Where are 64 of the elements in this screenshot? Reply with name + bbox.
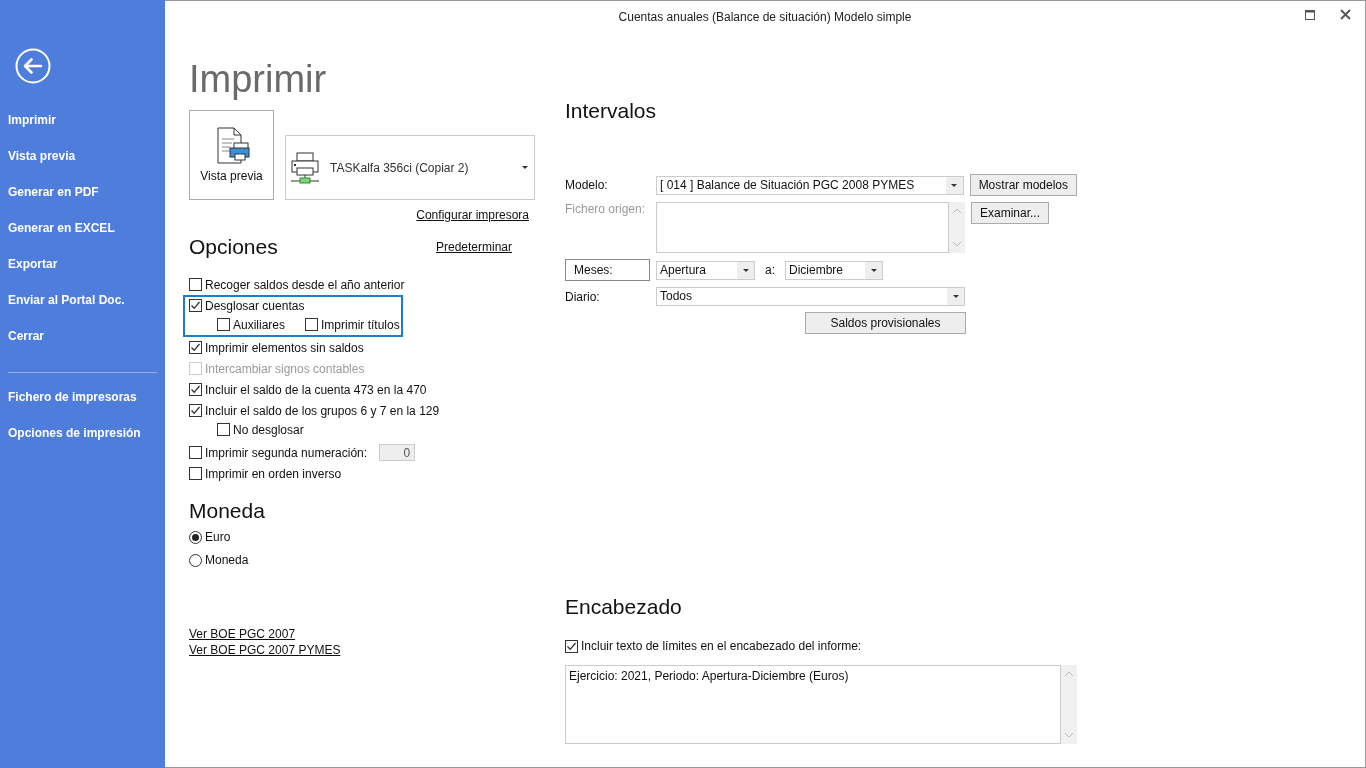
- sidebar-item[interactable]: Fichero de impresoras: [8, 389, 137, 405]
- section-heading: Encabezado: [565, 594, 683, 620]
- checkbox-label: Imprimir títulos: [321, 317, 400, 332]
- sidebar-item[interactable]: Imprimir: [8, 112, 56, 128]
- checkbox[interactable]: [217, 423, 230, 436]
- sidebar-item[interactable]: Generar en EXCEL: [8, 220, 115, 236]
- checkbox[interactable]: [189, 299, 202, 312]
- checkbox[interactable]: [217, 318, 230, 331]
- radio-label: Moneda: [205, 553, 249, 567]
- checkbox-label: Intercambiar signos contables: [205, 361, 365, 376]
- month-to-dropdown[interactable]: Diciembre: [785, 260, 883, 280]
- checkbox[interactable]: [189, 278, 202, 291]
- section-heading: Intervalos: [565, 98, 658, 124]
- checkbox[interactable]: [189, 383, 202, 396]
- radio-button[interactable]: [189, 530, 202, 544]
- field-label: a:: [765, 263, 775, 277]
- close-icon[interactable]: [1340, 9, 1351, 20]
- journal-dropdown[interactable]: Todos: [656, 287, 965, 306]
- sidebar-item[interactable]: Vista previa: [8, 148, 76, 164]
- sidebar-item[interactable]: Enviar al Portal Doc.: [8, 292, 125, 308]
- checkbox-label: Auxiliares: [233, 317, 286, 332]
- checkbox-label: Desglosar cuentas: [205, 298, 305, 313]
- radio-button[interactable]: [189, 553, 202, 567]
- radio-label: Euro: [205, 530, 231, 544]
- sidebar-item[interactable]: Cerrar: [8, 328, 45, 344]
- checkbox[interactable]: [189, 404, 202, 417]
- field-label: Modelo:: [565, 178, 609, 192]
- configure-printer-link[interactable]: Configurar impresora: [416, 208, 529, 222]
- checkbox-label: Imprimir segunda numeración:: [205, 445, 368, 460]
- link[interactable]: Ver BOE PGC 2007 PYMES: [189, 643, 341, 657]
- field-label: Fichero origen:: [565, 202, 647, 216]
- checkbox-label: Recoger saldos desde el año anterior: [205, 277, 405, 292]
- printer-icon: [290, 150, 320, 185]
- preview-button[interactable]: Vista previa: [189, 110, 274, 200]
- checkbox[interactable]: [189, 341, 202, 354]
- maximize-icon[interactable]: [1305, 9, 1315, 20]
- model-dropdown[interactable]: [ 014 ] Balance de Situación PGC 2008 PYMES: [656, 175, 964, 195]
- section-heading: Moneda: [189, 498, 266, 524]
- section-heading: Opciones: [189, 234, 278, 260]
- month-from-dropdown[interactable]: Apertura: [656, 260, 755, 280]
- checkbox[interactable]: [565, 639, 578, 653]
- sidebar-item[interactable]: Opciones de impresión: [8, 425, 141, 441]
- printer-dropdown[interactable]: TASKalfa 356ci (Copiar 2): [285, 135, 535, 200]
- months-label: Meses:: [565, 259, 650, 281]
- sidebar-item[interactable]: Exportar: [8, 256, 58, 272]
- number-field[interactable]: 0: [379, 444, 416, 461]
- page-title: Imprimir: [189, 57, 328, 102]
- checkbox[interactable]: [305, 318, 319, 331]
- checkbox-label: Incluir el saldo de los grupos 6 y 7 en la 129: [205, 403, 440, 418]
- field-label: Diario:: [565, 289, 601, 304]
- caret-icon: [522, 166, 528, 169]
- checkbox-label: Imprimir en orden inverso: [205, 466, 342, 481]
- show-models-button[interactable]: Mostrar modelos: [969, 174, 1077, 196]
- default-link[interactable]: Predeterminar: [435, 240, 512, 254]
- window-title: Cuentas anuales (Balance de situación) Modelo simple: [618, 9, 912, 24]
- checkbox-label: Incluir el saldo de la cuenta 473 en la 470: [205, 382, 427, 397]
- checkbox-label: Incluir texto de límites en el encabezado del informe:: [581, 639, 862, 653]
- checkbox-label: Imprimir elementos sin saldos: [205, 340, 364, 355]
- provisional-balances-button[interactable]: Saldos provisionales: [805, 312, 966, 334]
- checkbox[interactable]: [189, 446, 202, 459]
- checkbox[interactable]: [189, 467, 202, 480]
- checkbox-label: No desglosar: [233, 422, 304, 437]
- sidebar-item[interactable]: Generar en PDF: [8, 184, 99, 200]
- link[interactable]: Ver BOE PGC 2007: [189, 627, 296, 641]
